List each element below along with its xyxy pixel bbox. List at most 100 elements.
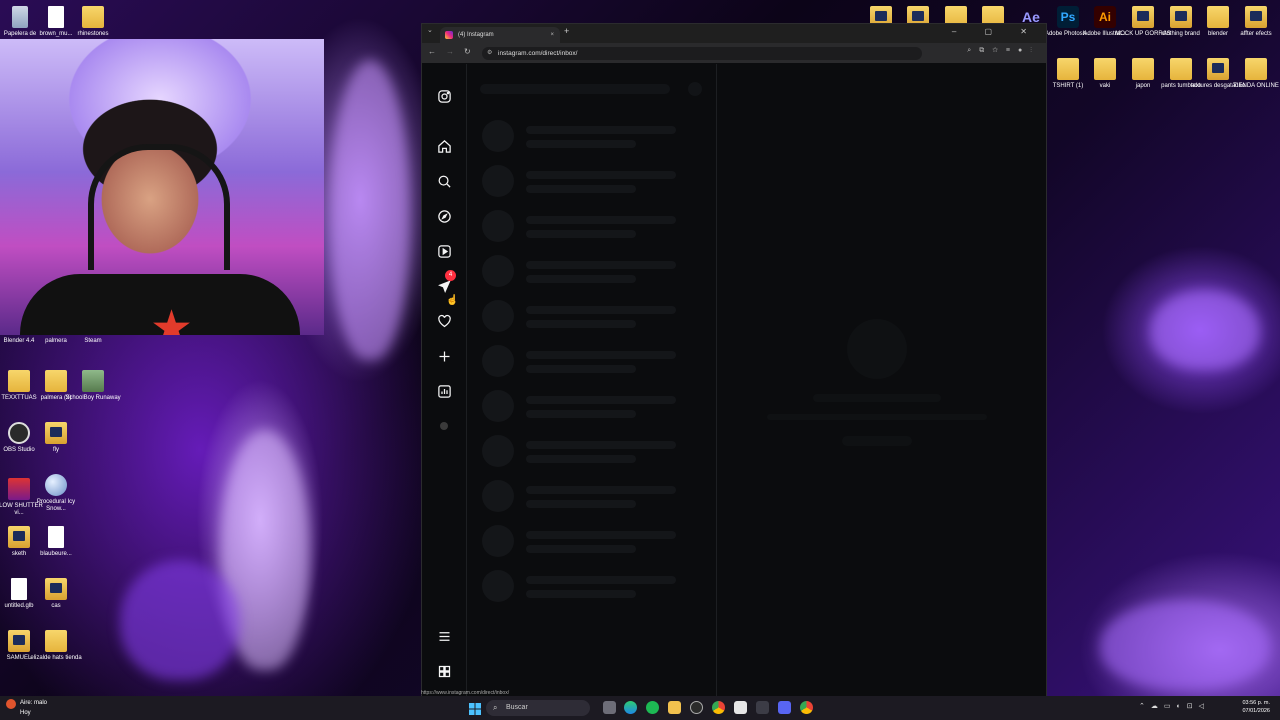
desktop-icon-folder[interactable]: rhinestones [65,6,121,38]
create-plus-icon[interactable] [434,346,454,366]
instagram-favicon-icon [445,31,453,39]
capcut-icon[interactable] [734,701,747,714]
obs-icon [8,422,30,444]
desktop-icon-game[interactable]: SchoolBoy Runaway [65,370,121,402]
folder-icon [1170,58,1192,80]
tab-close-icon[interactable]: × [550,27,554,43]
skeleton-button [842,436,912,446]
browser-toolbar-icons[interactable]: ⌕⧉☆≡●⋮ [967,47,1040,55]
system-tray-icons[interactable]: ⌃☁▭◐⊡◁ [1139,702,1210,710]
file-explorer-icon[interactable] [668,701,681,714]
chrome-active-icon[interactable] [800,701,813,714]
spotify-icon[interactable] [646,701,659,714]
home-icon[interactable] [434,136,454,156]
messages-badge: 4 [445,270,456,281]
site-info-icon[interactable]: ⚙ [487,47,492,60]
tab-search-icon[interactable]: ⌄ [427,26,433,34]
taskbar-clock[interactable]: 03:56 p. m. 07/01/2026 [1242,699,1270,715]
desktop-icon-folder[interactable]: TIENDA ONLINE [1228,58,1280,90]
file-icon [11,578,27,600]
mouse-pointer-icon: ☝ [446,295,459,306]
back-icon[interactable]: ← [428,47,436,56]
illustrator-icon: Ai [1094,6,1116,28]
url-text: instagram.com/direct/inbox/ [498,50,578,57]
forward-icon[interactable]: → [446,47,454,56]
chrome-icon[interactable] [712,701,725,714]
window-controls[interactable]: – ▢ ✕ [952,27,1040,36]
url-field[interactable]: ⚙ instagram.com/direct/inbox/ [482,47,922,60]
photoshop-icon: Ps [1057,6,1079,28]
new-tab-button[interactable]: + [564,26,569,36]
instagram-sidebar: 4 [422,64,467,696]
profile-avatar[interactable] [434,416,454,436]
skeleton-header-button [688,82,702,96]
folder-icon [45,630,67,652]
avatar-placeholder [440,422,448,430]
skeleton-line [813,394,941,402]
skeleton-line [767,414,987,420]
task-view-icon[interactable] [603,701,616,714]
game-thumbnail-icon [82,370,104,392]
instagram-page: 4 [422,64,1046,696]
more-menu-icon[interactable] [434,626,454,646]
also-from-meta-icon[interactable] [434,661,454,681]
desktop-icon-folder[interactable]: fly [28,422,84,454]
explore-compass-icon[interactable] [434,206,454,226]
folder-icon [1170,6,1192,28]
star-graphic: ★ [150,300,194,335]
folder-icon [45,422,67,444]
desktop-icon-folder[interactable]: cas [28,578,84,610]
file-icon [48,526,64,548]
search-icon: ⌕ [493,703,498,712]
desktop-icon-file[interactable]: blaubeure... [28,526,84,558]
skeleton-header [480,84,670,94]
sphere-icon [45,474,67,496]
tab-bar: ⌄ (4) Instagram × + – ▢ ✕ [422,24,1046,43]
calculator-icon[interactable] [756,701,769,714]
tab-title: (4) Instagram [458,32,494,38]
reload-icon[interactable]: ↻ [464,47,471,56]
instagram-logo-icon[interactable] [434,86,454,106]
folder-icon [1207,6,1229,28]
thread-pane-loading [717,64,1046,696]
address-bar-row: ← → ↻ ⚙ instagram.com/direct/inbox/ ⌕⧉☆≡… [422,43,1046,63]
desktop-icon-asset[interactable]: Procedural Icy Snow... [28,474,84,513]
messages-icon[interactable]: 4 [434,270,456,296]
wallpaper-flame [120,560,240,680]
taskbar-search[interactable]: ⌕ Buscar [486,700,590,716]
wallpaper-flame [1100,600,1270,690]
reels-icon[interactable] [434,241,454,261]
desktop-icon-folder[interactable]: affter efects [1228,6,1280,38]
folder-icon [1245,6,1267,28]
video-file-icon [8,478,30,500]
edge-icon[interactable] [624,701,637,714]
folder-icon [1207,58,1229,80]
search-icon[interactable] [434,171,454,191]
folder-icon [1132,58,1154,80]
folder-icon [45,370,67,392]
wallpaper-flame [330,60,410,360]
headset [88,144,230,270]
skeleton-avatar [847,319,907,379]
folder-icon [1094,58,1116,80]
discord-icon[interactable] [778,701,791,714]
folder-icon [8,526,30,548]
folder-icon [82,6,104,28]
notifications-heart-icon[interactable] [434,311,454,331]
inbox-list-loading [466,64,717,696]
folder-icon [1057,58,1079,80]
webcam-overlay: ★ [0,39,324,335]
folder-icon [1132,6,1154,28]
folder-icon [1245,58,1267,80]
weather-icon [6,699,16,709]
chatgpt-icon[interactable] [690,701,703,714]
dashboard-icon[interactable] [434,381,454,401]
desktop-icon-steam[interactable]: Steam [65,338,121,345]
folder-icon [45,578,67,600]
file-icon [48,6,64,28]
windows-start-icon[interactable] [469,702,481,715]
desktop-icon-folder[interactable]: elizalde hats tienda [28,630,84,662]
weather-widget[interactable]: Aire: malo Hoy [6,699,47,717]
tab-instagram[interactable]: (4) Instagram × [440,27,560,43]
folder-icon [8,370,30,392]
